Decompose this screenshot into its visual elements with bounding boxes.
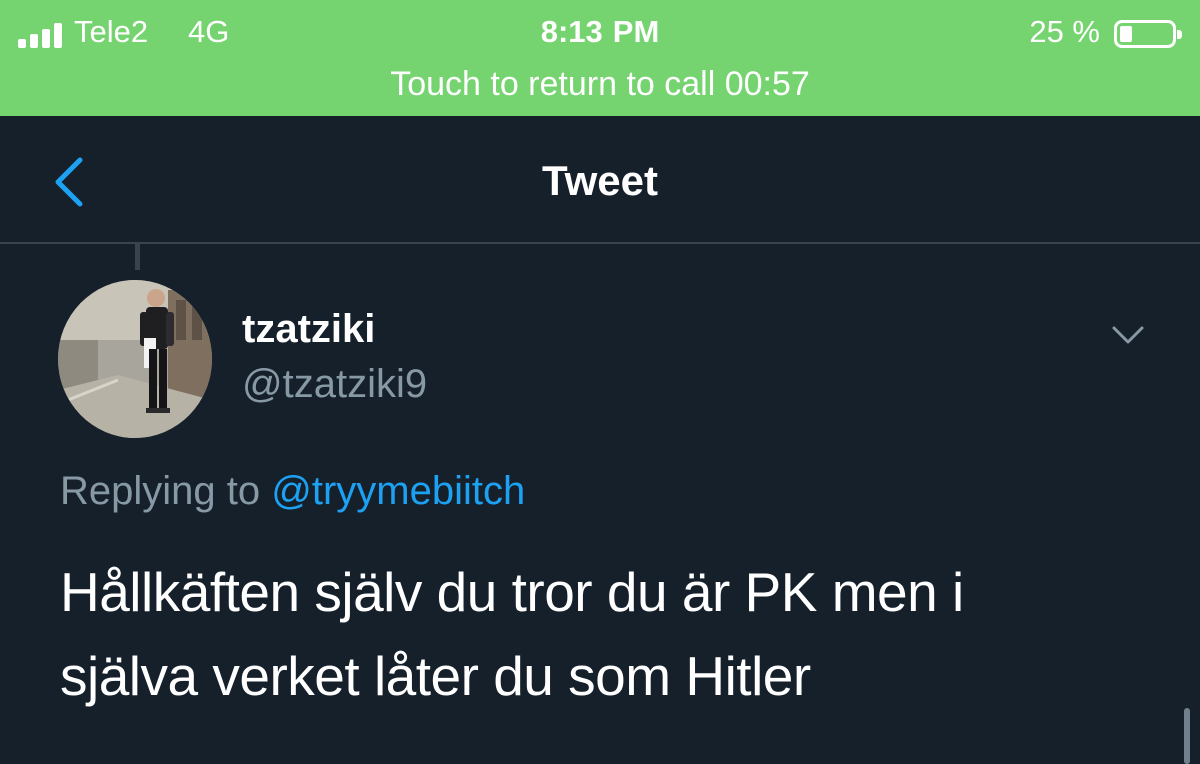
status-row: Tele2 4G 8:13 PM 25 % bbox=[0, 10, 1200, 54]
scroll-indicator bbox=[1184, 708, 1190, 764]
battery-fill bbox=[1120, 26, 1132, 42]
tweet-text-line: Hållkäften själv du tror du är PK men i bbox=[60, 561, 964, 623]
replying-to-mention[interactable]: @tryymebiitch bbox=[271, 469, 525, 513]
status-bar: Tele2 4G 8:13 PM 25 % Touch to return to … bbox=[0, 0, 1200, 116]
thread-connector bbox=[135, 244, 140, 270]
status-time-value: 8:13 bbox=[540, 14, 603, 49]
battery-icon bbox=[1114, 20, 1182, 48]
tweet-text: Hållkäften själv du tror du är PK men i … bbox=[60, 550, 1160, 718]
more-options-button[interactable] bbox=[1108, 318, 1148, 350]
page-title: Tweet bbox=[542, 157, 658, 204]
replying-to: Replying to @tryymebiitch bbox=[60, 466, 525, 516]
replying-to-label: Replying to bbox=[60, 469, 261, 513]
navigation-bar: Tweet bbox=[0, 116, 1200, 244]
battery-nub bbox=[1177, 30, 1182, 39]
display-name[interactable]: tzatziki bbox=[242, 305, 375, 353]
status-time: 8:13 PM bbox=[0, 14, 1200, 50]
avatar-photo bbox=[58, 280, 212, 438]
return-to-call-banner[interactable]: Touch to return to call 00:57 bbox=[0, 64, 1200, 104]
tweet-text-line: själva verket låter du som Hitler bbox=[60, 645, 811, 707]
avatar[interactable] bbox=[58, 280, 212, 438]
user-handle[interactable]: @tzatziki9 bbox=[242, 360, 427, 408]
battery-percent: 25 % bbox=[1029, 14, 1100, 49]
status-time-ampm: PM bbox=[612, 14, 660, 49]
chevron-down-icon bbox=[1112, 326, 1144, 344]
